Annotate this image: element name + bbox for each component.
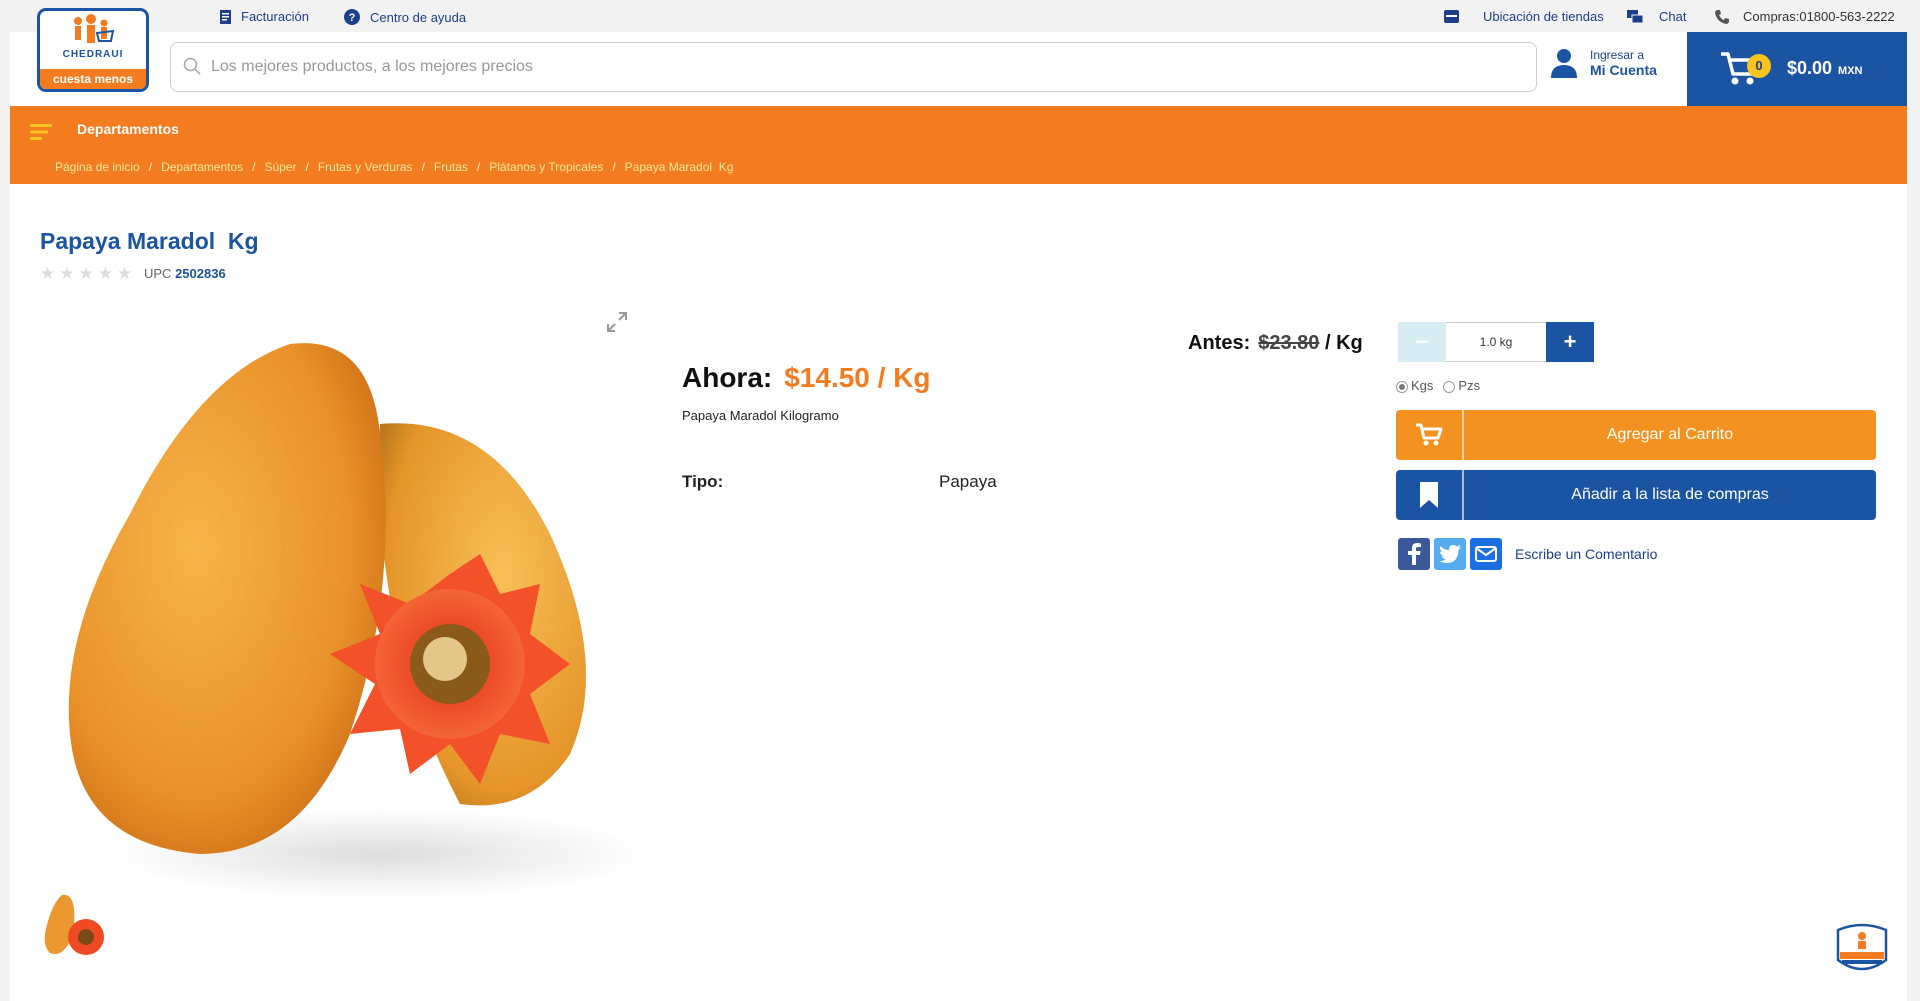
expand-icon[interactable]: [606, 311, 628, 333]
facturacion-label: Facturación: [241, 9, 309, 24]
account-line2: Mi Cuenta: [1590, 62, 1657, 78]
account-line1: Ingresar a: [1590, 48, 1645, 62]
current-price: Ahora: $14.50 / Kg: [682, 362, 931, 394]
family-logo-icon: [74, 14, 115, 43]
breadcrumb-frutas[interactable]: Frutas: [434, 160, 468, 174]
rating-stars[interactable]: ★★★★★: [40, 264, 136, 284]
facturacion-link[interactable]: Facturación: [220, 9, 309, 24]
quantity-field[interactable]: 1.0 kg: [1446, 322, 1546, 362]
current-price-value: $14.50 / Kg: [784, 362, 931, 393]
department-nav: Departamentos Página de inicio / Departam…: [10, 106, 1907, 184]
search-input[interactable]: [209, 43, 1513, 91]
unit-kgs-label: Kgs: [1411, 378, 1434, 393]
cart-count-badge: 0: [1747, 54, 1771, 78]
logo-tagline: cuesta menos: [40, 69, 146, 89]
cart-total-value: $0.00: [1787, 58, 1833, 78]
breadcrumb-departments[interactable]: Departamentos: [161, 160, 243, 174]
header: CHEDRAUI cuesta menos Ingresar a Mi Cuen…: [10, 8, 1907, 106]
twitter-share-button[interactable]: [1434, 538, 1466, 570]
product-image[interactable]: [50, 334, 650, 914]
breadcrumb-current: Papaya Maradol Kg: [624, 160, 734, 174]
breadcrumb-separator: /: [252, 160, 256, 174]
add-to-list-label: Añadir a la lista de compras: [1571, 486, 1769, 503]
cart-total: $0.00 MXN: [1787, 58, 1863, 79]
breadcrumb: Página de inicio / Departamentos / Súper / …: [55, 160, 733, 174]
chedraui-chat-badge-icon[interactable]: [1834, 920, 1890, 976]
unit-pzs-radio[interactable]: [1443, 380, 1456, 393]
product-page: Papaya Maradol Kg ★★★★★ UPC 2502836 Ahor…: [10, 184, 1907, 1001]
account-link[interactable]: Ingresar a Mi Cuenta: [1550, 48, 1657, 78]
add-to-cart-label: Agregar al Carrito: [1606, 426, 1734, 443]
breadcrumb-separator: /: [148, 160, 153, 174]
cart-icon: [1416, 423, 1443, 446]
twitter-icon: [1439, 545, 1461, 563]
search-icon[interactable]: [183, 57, 201, 75]
tipo-value: Papaya: [939, 472, 997, 491]
upc-value: 2502836: [175, 266, 226, 281]
bookmark-icon: [1420, 482, 1438, 508]
utility-bar: Facturación ? Centro de ayuda Ubicación …: [0, 0, 1920, 32]
logo-brand: CHEDRAUI: [62, 49, 124, 60]
chat-link[interactable]: Chat: [1627, 9, 1686, 24]
user-icon: [1551, 49, 1577, 78]
unit-kgs-radio[interactable]: [1396, 380, 1408, 393]
breadcrumb-separator: /: [612, 160, 616, 174]
add-to-cart-button[interactable]: Agregar al Carrito: [1396, 410, 1876, 460]
help-center-label: Centro de ayuda: [370, 9, 467, 25]
unit-pzs-label: Pzs: [1458, 378, 1481, 393]
breadcrumb-home[interactable]: Página de inicio: [55, 160, 140, 174]
hamburger-menu-icon[interactable]: [30, 124, 52, 140]
add-to-cart-icon-box: [1396, 410, 1464, 460]
upc-label: UPC: [144, 266, 172, 281]
search-box: [170, 42, 1537, 92]
quantity-stepper: − 1.0 kg +: [1398, 322, 1594, 362]
departments-button[interactable]: Departamentos: [77, 121, 179, 137]
cart-currency: MXN: [1838, 65, 1863, 77]
chat-icon: [1627, 9, 1643, 23]
add-to-list-icon-box: [1396, 470, 1464, 520]
product-description: Papaya Maradol Kilogramo: [682, 408, 839, 423]
phone-label: Compras:01800-563-2222: [1743, 9, 1895, 24]
chedraui-logo[interactable]: CHEDRAUI cuesta menos: [37, 8, 149, 92]
breadcrumb-separator: /: [476, 160, 481, 174]
question-icon: ?: [344, 9, 360, 25]
store-locator-label: Ubicación de tiendas: [1483, 9, 1604, 24]
previous-price-value: $23.80: [1258, 332, 1320, 354]
previous-price: Antes: $23.80 / Kg: [1188, 332, 1363, 355]
increase-quantity-button[interactable]: +: [1546, 322, 1594, 362]
decrease-quantity-button[interactable]: −: [1398, 322, 1446, 362]
receipt-icon: [220, 9, 231, 24]
add-to-list-button[interactable]: Añadir a la lista de compras: [1396, 470, 1876, 520]
unit-kgs-option[interactable]: Kgs: [1396, 378, 1433, 393]
breadcrumb-frutas-verduras[interactable]: Frutas y Verduras: [318, 160, 413, 174]
cart-button[interactable]: 0 $0.00 MXN: [1687, 32, 1907, 106]
breadcrumb-super[interactable]: Súper: [264, 160, 296, 174]
product-title: Papaya Maradol Kg: [40, 228, 259, 254]
breadcrumb-separator: /: [305, 160, 309, 174]
social-share: [1398, 538, 1502, 570]
previous-price-unit: / Kg: [1324, 332, 1363, 354]
email-share-button[interactable]: [1470, 538, 1502, 570]
unit-selector: Kgs Pzs: [1396, 378, 1480, 393]
write-comment-link[interactable]: Escribe un Comentario: [1515, 546, 1657, 562]
facebook-icon: [1408, 543, 1421, 565]
breadcrumb-separator: /: [421, 160, 425, 174]
store-icon: [1444, 10, 1459, 23]
current-price-label: Ahora:: [682, 362, 773, 393]
facebook-share-button[interactable]: [1398, 538, 1430, 570]
previous-price-label: Antes:: [1188, 332, 1251, 354]
store-locator-link[interactable]: Ubicación de tiendas: [1444, 9, 1604, 24]
help-center-link[interactable]: ? Centro de ayuda: [344, 9, 466, 25]
svg-text:?: ?: [349, 12, 356, 24]
tipo-label: Tipo:: [682, 472, 724, 491]
phone-icon: [1715, 9, 1729, 24]
breadcrumb-platanos-tropicales[interactable]: Plátanos y Tropicales: [489, 160, 603, 174]
product-thumbnail[interactable]: [40, 889, 112, 961]
upc: UPC 2502836: [144, 266, 226, 281]
email-icon: [1475, 546, 1497, 562]
chat-label: Chat: [1659, 9, 1687, 24]
phone-link[interactable]: Compras:01800-563-2222: [1715, 9, 1895, 24]
unit-pzs-option[interactable]: Pzs: [1443, 378, 1480, 393]
